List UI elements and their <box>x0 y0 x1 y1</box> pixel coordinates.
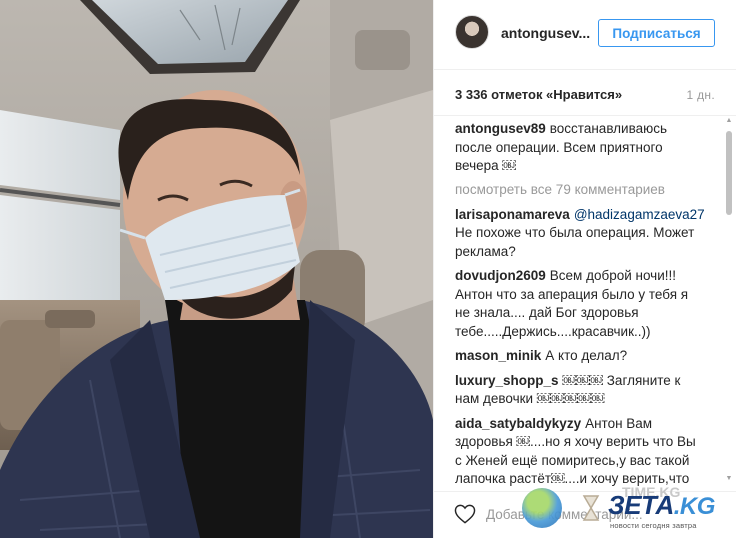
hourglass-icon <box>582 495 600 521</box>
comment-item: aida_satybaldykyzy Антон Вам здоровья ￼..… <box>455 415 705 492</box>
comment-text: А кто делал? <box>545 348 628 363</box>
post-photo[interactable] <box>0 0 433 538</box>
scrollbar-thumb[interactable] <box>726 131 732 215</box>
comment-list: antongusev89 восстанавливаюсь после опера… <box>455 120 705 491</box>
view-all-comments-link[interactable]: посмотреть все 79 комментариев <box>455 181 705 199</box>
caption-author[interactable]: antongusev89 <box>455 121 546 136</box>
instagram-post: antongusev... Подписаться 3 336 отметок … <box>0 0 736 538</box>
comment-author[interactable]: dovudjon2609 <box>455 268 546 283</box>
caption: antongusev89 восстанавливаюсь после опера… <box>455 120 705 176</box>
comments-section[interactable]: antongusev89 восстанавливаюсь после опера… <box>434 117 736 491</box>
username-link[interactable]: antongusev... <box>501 25 590 41</box>
comment-item: mason_minik А кто делал? <box>455 347 705 366</box>
site-watermark: TIME.KG ЗЕТА.KG новости сегодня завтра <box>514 484 736 538</box>
scroll-down-arrow-icon[interactable]: ▼ <box>725 475 733 483</box>
watermark-brand-main: ЗЕТА <box>608 490 674 520</box>
post-header: antongusev... Подписаться <box>434 0 736 70</box>
comment-item: dovudjon2609 Всем доброй ночи!!! Антон чт… <box>455 267 705 341</box>
watermark-tagline: новости сегодня завтра <box>610 521 697 530</box>
watermark-brand: ЗЕТА.KG <box>608 490 715 521</box>
comment-author[interactable]: mason_minik <box>455 348 541 363</box>
scroll-up-arrow-icon[interactable]: ▲ <box>725 117 733 125</box>
post-age[interactable]: 1 дн. <box>687 88 715 102</box>
follow-button[interactable]: Подписаться <box>598 19 715 47</box>
comments-scrollbar[interactable]: ▲ ▼ <box>725 117 733 483</box>
comment-item: luxury_shopp_s ￼￼￼ Загляните к нам девочк… <box>455 372 705 409</box>
post-sidebar: antongusev... Подписаться 3 336 отметок … <box>433 0 736 538</box>
globe-logo-icon <box>522 488 562 528</box>
watermark-brand-suffix: .KG <box>673 493 716 520</box>
comment-text: Не похоже что была операция. Может рекла… <box>455 225 695 259</box>
comment-author[interactable]: luxury_shopp_s <box>455 373 559 388</box>
comment-mention[interactable]: @hadizagamzaeva27 <box>574 207 705 222</box>
likes-row: 3 336 отметок «Нравится» 1 дн. <box>434 70 736 116</box>
heart-icon[interactable] <box>454 504 476 524</box>
comment-author[interactable]: larisaponamareva <box>455 207 570 222</box>
comment-author[interactable]: aida_satybaldykyzy <box>455 416 581 431</box>
avatar[interactable] <box>455 15 489 49</box>
likes-count[interactable]: 3 336 отметок «Нравится» <box>455 87 622 102</box>
selfie-image <box>0 0 433 538</box>
comment-item: larisaponamareva @hadizagamzaeva27 Не пох… <box>455 206 705 262</box>
